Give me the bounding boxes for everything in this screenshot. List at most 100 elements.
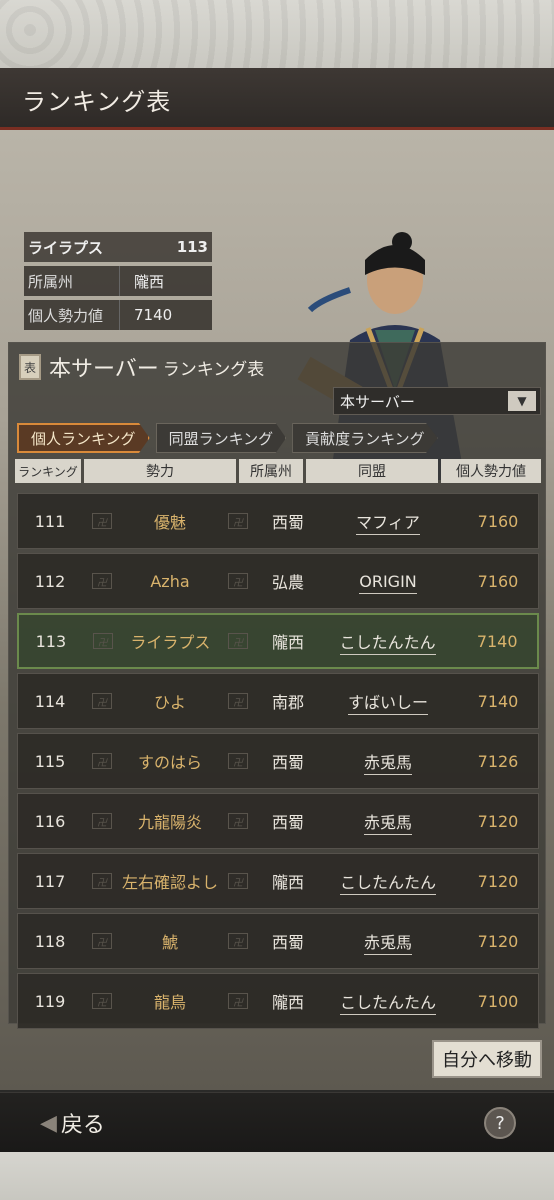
profile-name: ライラプス xyxy=(28,238,104,257)
ornament-right-icon: 卍 xyxy=(227,933,248,949)
table-row[interactable]: 116 卍 九龍陽炎 卍 西蜀 赤兎馬 7120 xyxy=(17,793,539,849)
header-bar: ランキング表 xyxy=(0,68,554,130)
row-rank: 111 xyxy=(34,511,66,531)
row-name-cell: 卍 龍鳥 卍 xyxy=(82,989,258,1013)
row-name: すのはら xyxy=(137,753,202,772)
ornament-left-icon: 卍 xyxy=(92,513,112,529)
ornament-left-icon: 卍 xyxy=(92,993,112,1009)
row-alliance[interactable]: すばいしー xyxy=(347,693,428,715)
row-alliance-cell[interactable]: 赤兎馬 xyxy=(318,809,458,835)
tab-alliance-ranking[interactable]: 同盟ランキング xyxy=(155,423,287,453)
row-alliance[interactable]: 赤兎馬 xyxy=(363,813,412,835)
row-name: ひよ xyxy=(153,693,186,712)
row-name: 左右確認よし xyxy=(121,873,218,892)
row-name-cell: 卍 すのはら 卍 xyxy=(82,749,258,773)
table-row[interactable]: 117 卍左右確認よし卍 隴西 こしたんたん 7120 xyxy=(17,853,539,909)
row-rank: 117 xyxy=(34,871,66,891)
panel-title-big: 本サーバー xyxy=(49,357,159,382)
dropdown-arrow-icon[interactable]: ▼ xyxy=(508,391,536,411)
row-name-cell: 卍 優魅 卍 xyxy=(82,509,258,533)
table-header: ランキング 勢力 所属州 同盟 個人勢力値 xyxy=(15,459,541,483)
table-row-self[interactable]: 113 卍 ライラプス 卍 隴西 こしたんたん 7140 xyxy=(17,613,539,669)
ornament-left-icon: 卍 xyxy=(92,573,112,589)
row-alliance-cell[interactable]: 赤兎馬 xyxy=(318,749,458,775)
row-province: 弘農 xyxy=(271,573,304,592)
table-row[interactable]: 118 卍 鯱 卍 西蜀 赤兎馬 7120 xyxy=(17,913,539,969)
bottom-bar: ◀ 戻る ? xyxy=(0,1092,554,1152)
profile-power-row: 個人勢力値 7140 xyxy=(24,300,212,330)
row-alliance[interactable]: こしたんたん xyxy=(339,633,436,655)
province-value: 隴西 xyxy=(134,272,165,291)
table-row[interactable]: 114 卍 ひよ 卍 南郡 すばいしー 7140 xyxy=(17,673,539,729)
row-rank: 115 xyxy=(34,751,66,771)
row-alliance[interactable]: こしたんたん xyxy=(339,873,436,895)
ornament-right-icon: 卍 xyxy=(228,633,249,649)
ornament-right-icon: 卍 xyxy=(227,993,248,1009)
row-name: 優魅 xyxy=(153,513,186,532)
row-name-cell: 卍鯱卍 xyxy=(82,929,258,953)
ornament-right-icon: 卍 xyxy=(227,693,248,709)
row-power: 7160 xyxy=(477,511,519,531)
row-alliance[interactable]: こしたんたん xyxy=(339,993,436,1015)
page-title: ランキング表 xyxy=(22,88,172,116)
server-select[interactable]: 本サーバー ▼ xyxy=(333,387,541,415)
back-button[interactable]: ◀ 戻る xyxy=(40,1107,105,1139)
table-row[interactable]: 112 卍 Azha 卍 弘農 ORIGIN 7160 xyxy=(17,553,539,609)
tab-personal-ranking[interactable]: 個人ランキング xyxy=(17,423,150,453)
row-power: 7126 xyxy=(477,751,519,771)
row-alliance-cell[interactable]: すばいしー xyxy=(318,689,458,715)
row-power: 7120 xyxy=(477,811,519,831)
row-alliance-cell[interactable]: ORIGIN xyxy=(318,571,458,594)
ornament-right-icon: 卍 xyxy=(227,753,248,769)
row-province: 西蜀 xyxy=(271,513,304,532)
back-arrow-icon: ◀ xyxy=(40,1110,57,1136)
col-power: 個人勢力値 xyxy=(441,459,541,483)
row-name: 鯱 xyxy=(161,933,178,952)
col-province: 所属州 xyxy=(239,459,303,483)
table-row[interactable]: 115 卍 すのはら 卍 西蜀 赤兎馬 7126 xyxy=(17,733,539,789)
table-row[interactable]: 111 卍 優魅 卍 西蜀 マフィア 7160 xyxy=(17,493,539,549)
row-name: 龍鳥 xyxy=(153,993,186,1012)
row-rank: 112 xyxy=(34,571,66,591)
row-name: 九龍陽炎 xyxy=(137,813,202,832)
row-alliance-cell[interactable]: こしたんたん xyxy=(318,989,458,1015)
row-power: 7160 xyxy=(477,571,519,591)
ornament-right-icon: 卍 xyxy=(227,513,248,529)
power-value: 7140 xyxy=(134,306,173,324)
row-rank: 116 xyxy=(34,811,66,831)
row-rank: 119 xyxy=(34,991,66,1011)
row-name-cell: 卍 ひよ 卍 xyxy=(82,689,258,713)
row-name-cell: 卍 九龍陽炎 卍 xyxy=(82,809,258,833)
row-alliance[interactable]: 赤兎馬 xyxy=(363,753,412,775)
row-alliance-cell[interactable]: こしたんたん xyxy=(318,629,457,655)
row-province: 隴西 xyxy=(272,633,305,652)
profile-rank: 113 xyxy=(176,238,208,256)
ranking-panel: 表 本サーバー ランキング表 本サーバー ▼ 個人ランキング 同盟ランキング 貢… xyxy=(8,342,546,1029)
ranking-table-icon: 表 xyxy=(19,354,41,380)
ornament-right-icon: 卍 xyxy=(227,813,248,829)
row-alliance[interactable]: 赤兎馬 xyxy=(363,933,412,955)
table-row[interactable]: 119 卍 龍鳥 卍 隴西 こしたんたん 7100 xyxy=(17,973,539,1029)
server-select-value: 本サーバー xyxy=(340,392,415,411)
row-name-cell: 卍 Azha 卍 xyxy=(82,572,258,591)
move-to-self-button[interactable]: 自分へ移動 xyxy=(432,1040,542,1078)
row-alliance-cell[interactable]: マフィア xyxy=(318,509,458,535)
ornament-left-icon: 卍 xyxy=(92,933,112,949)
tab-contribution-ranking[interactable]: 貢献度ランキング xyxy=(292,423,438,453)
ornament-left-icon: 卍 xyxy=(92,873,112,889)
row-province: 南郡 xyxy=(271,693,304,712)
help-icon[interactable]: ? xyxy=(484,1107,516,1139)
row-alliance[interactable]: ORIGIN xyxy=(359,571,417,594)
profile-name-row: ライラプス 113 xyxy=(24,232,212,262)
province-label: 所属州 xyxy=(24,266,120,296)
col-name: 勢力 xyxy=(84,459,236,483)
row-alliance-cell[interactable]: 赤兎馬 xyxy=(318,929,458,955)
profile-box: ライラプス 113 所属州 隴西 個人勢力値 7140 xyxy=(24,232,212,334)
row-power: 7120 xyxy=(477,931,519,951)
row-province: 西蜀 xyxy=(271,933,304,952)
row-alliance[interactable]: マフィア xyxy=(356,513,420,535)
back-label: 戻る xyxy=(60,1113,105,1138)
ornament-left-icon: 卍 xyxy=(92,633,113,649)
row-alliance-cell[interactable]: こしたんたん xyxy=(318,869,458,895)
bottom-decorative-band xyxy=(0,1152,554,1200)
